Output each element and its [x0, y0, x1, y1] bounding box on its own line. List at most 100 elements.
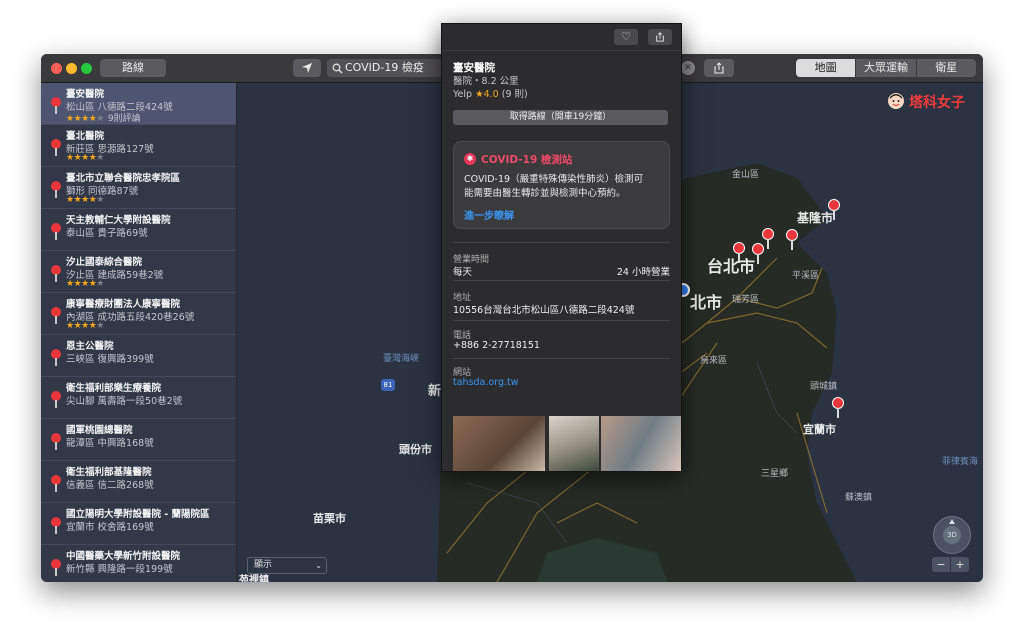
map-pin[interactable] [786, 229, 798, 250]
map-pin[interactable] [762, 228, 774, 249]
result-address: 宜蘭市 校舍路169號 [66, 522, 154, 533]
tab-transit[interactable]: 大眾運輸 [855, 59, 915, 77]
list-item[interactable]: 臺北醫院 新莊區 思源路127號 ★★★★★ [41, 125, 236, 167]
list-item[interactable]: 天主教輔仁大學附設醫院 泰山區 貴子路69號 [41, 209, 236, 251]
list-item[interactable]: 康寧醫療財團法人康寧醫院 內湖區 成功路五段420巷26號 ★★★★★ [41, 293, 236, 335]
photo[interactable] [453, 416, 545, 471]
map-label-keelung: 基隆市 [797, 211, 834, 225]
result-name: 國軍桃園總醫院 [66, 425, 133, 436]
result-name: 天主教輔仁大學附設醫院 [66, 215, 171, 226]
map-label-miaoli: 苗栗市 [313, 512, 346, 525]
map-label-pingxi: 平溪區 [792, 271, 820, 281]
route-button[interactable]: 路線 [100, 59, 166, 77]
zoom-in-button[interactable]: + [951, 557, 969, 572]
results-sidebar: 臺安醫院 松山區 八德路二段424號 ★★★★★ 9則評論 臺北醫院 新莊區 思源… [41, 83, 236, 582]
display-select[interactable]: 顯示 ⌄ [247, 557, 327, 574]
place-detail-popover: ♡ 臺安醫院 醫院・8.2 公里 Yelp ★4.0 (9 則) 取得路線（開車… [441, 23, 682, 472]
list-item[interactable]: 恩主公醫院 三峽區 復興路399號 [41, 335, 236, 377]
photo[interactable] [601, 416, 681, 471]
list-item[interactable]: 衛生福利部基隆醫院 信義區 信二路268號 [41, 461, 236, 503]
website-link[interactable]: tahsda.org.tw [453, 377, 518, 388]
list-item[interactable]: 國軍桃園總醫院 龍潭區 中興路168號 [41, 419, 236, 461]
map-label-taipei: 台北市 [707, 257, 756, 276]
pin-icon [51, 181, 61, 198]
map-pin[interactable] [828, 199, 840, 220]
heart-icon: ♡ [621, 30, 631, 43]
search-icon [332, 63, 343, 74]
place-subtitle: 醫院・8.2 公里 [453, 76, 519, 87]
map-label-toucheng: 頭城鎮 [810, 382, 838, 392]
pin-icon [51, 433, 61, 450]
list-item[interactable]: 衛生福利部樂生療養院 尖山腳 萬壽路一段50巷2號 [41, 377, 236, 419]
highway-shield: 81 [381, 379, 395, 391]
map-mode-segmented-control[interactable]: 地圖 大眾運輸 衛星 [796, 59, 976, 77]
result-address: 三峽區 復興路399號 [66, 354, 154, 365]
list-item[interactable]: 臺北市立聯合醫院忠孝院區 獅形 同德路87號 ★★★★★ [41, 167, 236, 209]
result-name: 衛生福利部基隆醫院 [66, 467, 152, 478]
address-value[interactable]: 10556台灣台北市松山區八德路二段424號 [453, 302, 634, 316]
pin-icon [51, 475, 61, 492]
list-item[interactable]: 中國醫藥大學新竹附設醫院 新竹縣 興隆路一段199號 [41, 545, 236, 582]
zoom-window-button[interactable] [81, 63, 92, 74]
map-label-sea: 菲律賓海 [942, 457, 979, 467]
covid-text-2: 能需要由醫生轉診並與檢測中心預約。 [464, 188, 626, 199]
tab-map[interactable]: 地圖 [796, 59, 856, 77]
star-rating: ★★★★★ [66, 279, 104, 289]
share-icon [656, 32, 664, 42]
search-field[interactable]: COVID-19 檢疫 [327, 59, 445, 77]
covid-text-1: COVID-19（嚴重特殊傳染性肺炎）檢測可 [464, 174, 644, 185]
pin-icon [51, 307, 61, 324]
zoom-out-button[interactable]: − [932, 557, 950, 572]
result-name: 臺北市立聯合醫院忠孝院區 [66, 173, 181, 184]
result-name: 汐止國泰綜合醫院 [66, 257, 143, 268]
compass-north-icon [949, 519, 955, 524]
map-label-toufen: 頭份市 [399, 443, 432, 456]
result-name: 衛生福利部樂生療養院 [66, 383, 162, 394]
star-rating: ★★★★★ [66, 195, 104, 205]
list-item[interactable]: 汐止國泰綜合醫院 汐止區 建成路59巷2號 ★★★★★ [41, 251, 236, 293]
result-address: 新竹縣 興隆路一段199號 [66, 564, 173, 575]
list-item[interactable]: 臺安醫院 松山區 八德路二段424號 ★★★★★ 9則評論 [41, 83, 236, 125]
tab-satellite[interactable]: 衛星 [915, 59, 976, 77]
map-label-strait: 臺灣海峽 [383, 354, 420, 364]
result-name: 中國醫藥大學新竹附設醫院 [66, 551, 181, 562]
popup-share-button[interactable] [648, 29, 672, 45]
get-directions-button[interactable]: 取得路線（開車19分鐘） [453, 110, 668, 125]
current-location-button[interactable] [293, 59, 321, 77]
pin-icon [51, 223, 61, 240]
learn-more-link[interactable]: 進一步瞭解 [464, 207, 514, 222]
review-count: 9則評論 [107, 114, 141, 124]
close-window-button[interactable] [51, 63, 62, 74]
chevron-down-icon: ⌄ [315, 561, 322, 570]
map-pin[interactable] [832, 397, 844, 418]
map-pin[interactable] [733, 242, 745, 263]
result-name: 恩主公醫院 [66, 341, 114, 352]
compass-control[interactable]: 3D [933, 516, 971, 554]
hours-day: 每天 [453, 267, 473, 278]
share-icon [714, 62, 724, 74]
location-arrow-icon [302, 63, 312, 73]
compass-3d-button[interactable]: 3D [943, 526, 961, 544]
search-input[interactable]: COVID-19 檢疫 [345, 59, 424, 77]
pin-icon [51, 265, 61, 282]
hours-value: 24 小時營業 [616, 267, 670, 278]
result-address: 尖山腳 萬壽路一段50巷2號 [66, 396, 183, 407]
yelp-rating: Yelp ★4.0 (9 則) [453, 86, 528, 100]
list-item[interactable]: 國立陽明大學附設醫院 - 蘭陽院區 宜蘭市 校舍路169號 [41, 503, 236, 545]
phone-value[interactable]: +886 2-27718151 [453, 340, 540, 351]
photo-strip[interactable] [453, 416, 681, 471]
pin-icon [51, 97, 61, 114]
favorite-button[interactable]: ♡ [614, 29, 638, 45]
map-label-wulai: 烏來區 [700, 356, 728, 366]
share-button[interactable] [704, 59, 734, 77]
map-pin[interactable] [752, 243, 764, 264]
clear-search-button[interactable]: ✕ [681, 61, 695, 75]
result-address: 泰山區 貴子路69號 [66, 228, 148, 239]
map-label-suao: 蘇澳鎮 [845, 493, 873, 503]
map-label-jinshan: 金山區 [732, 170, 760, 180]
yelp-score: ★4.0 [475, 89, 499, 100]
covid-badge-icon: ✱ [464, 153, 476, 165]
display-select-label: 顯示 [254, 560, 273, 570]
photo[interactable] [549, 416, 599, 471]
minimize-window-button[interactable] [66, 63, 77, 74]
